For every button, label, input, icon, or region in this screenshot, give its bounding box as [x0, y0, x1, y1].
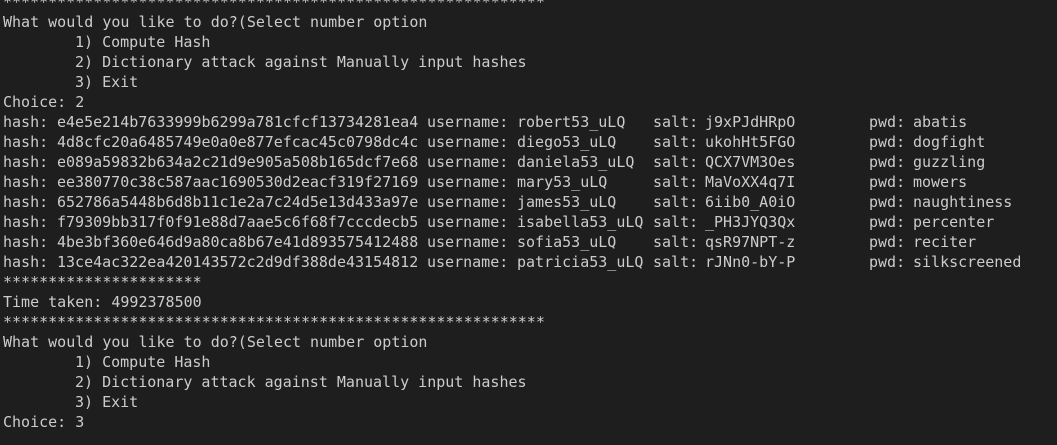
separator-line: ****************************************…	[3, 0, 545, 11]
hash-label: hash:	[3, 193, 49, 211]
pwd-label: pwd:	[869, 213, 906, 231]
username-value: patricia53_uLQ	[517, 253, 644, 271]
hash-label: hash:	[3, 213, 49, 231]
username-value: sofia53_uLQ	[517, 233, 617, 251]
pwd-value: guzzling	[913, 153, 986, 171]
salt-label: salt:	[653, 113, 699, 131]
username-label: username:	[427, 253, 509, 271]
salt-value: _PH3JYQ3Qx	[705, 213, 796, 231]
pwd-label: pwd:	[869, 113, 906, 131]
pwd-label: pwd:	[869, 133, 906, 151]
username-value: daniela53_uLQ	[517, 153, 635, 171]
salt-value: QCX7VM3Oes	[705, 153, 796, 171]
result-row: hash: 4be3bf360e646d9a80ca8b67e41d8935754…	[3, 232, 1057, 252]
hash-value: 13ce4ac322ea420143572c2d9df388de43154812	[57, 253, 419, 271]
username-label: username:	[427, 193, 509, 211]
pwd-label: pwd:	[869, 173, 906, 191]
terminal-output[interactable]: ****************************************…	[0, 0, 1057, 437]
pwd-label: pwd:	[869, 153, 906, 171]
pwd-label: pwd:	[869, 253, 906, 271]
menu-prompt: What would you like to do?(Select number…	[3, 13, 428, 31]
results-list: hash: e4e5e214b7633999b6299a781cfcf137342…	[3, 112, 1057, 272]
salt-value: rJNn0-bY-P	[705, 253, 796, 271]
hash-value: e089a59832b634a2c21d9e905a508b165dcf7e68	[57, 153, 419, 171]
result-row: hash: ee380770c38c587aac1690530d2eacf319f…	[3, 172, 1057, 192]
choice-line: Choice: 2	[3, 93, 85, 111]
salt-value: MaVoXX4q7I	[705, 173, 796, 191]
hash-value: 4d8cfc20a6485749e0a0e877efcac45c0798dc4c	[57, 133, 419, 151]
result-row: hash: f79309bb317f0f91e88d7aae5c6f68f7ccc…	[3, 212, 1057, 232]
pwd-value: dogfight	[913, 133, 986, 151]
hash-value: 4be3bf360e646d9a80ca8b67e41d893575412488	[57, 233, 419, 251]
time-taken: Time taken: 4992378500	[3, 293, 202, 311]
salt-value: j9xPJdHRpO	[705, 113, 796, 131]
salt-label: salt:	[653, 133, 699, 151]
salt-label: salt:	[653, 193, 699, 211]
result-row: hash: e4e5e214b7633999b6299a781cfcf137342…	[3, 112, 1057, 132]
username-label: username:	[427, 213, 509, 231]
salt-label: salt:	[653, 213, 699, 231]
username-value: james53_uLQ	[517, 193, 617, 211]
pwd-label: pwd:	[869, 193, 906, 211]
salt-label: salt:	[653, 173, 699, 191]
salt-label: salt:	[653, 153, 699, 171]
hash-label: hash:	[3, 253, 49, 271]
pwd-value: naughtiness	[913, 193, 1013, 211]
hash-value: f79309bb317f0f91e88d7aae5c6f68f7cccdecb5	[57, 213, 419, 231]
salt-value: 6iib0_A0iO	[705, 193, 796, 211]
menu-option-exit: 3) Exit	[75, 73, 139, 91]
result-row: hash: e089a59832b634a2c21d9e905a508b165dc…	[3, 152, 1057, 172]
separator-line-short: **********************	[3, 273, 202, 291]
username-label: username:	[427, 173, 509, 191]
menu-option-compute-hash: 1) Compute Hash	[75, 33, 211, 51]
pwd-value: percenter	[913, 213, 995, 231]
menu-option-dictionary-attack: 2) Dictionary attack against Manually in…	[75, 373, 527, 391]
hash-label: hash:	[3, 233, 49, 251]
username-label: username:	[427, 153, 509, 171]
salt-label: salt:	[653, 253, 699, 271]
salt-value: qsR97NPT-z	[705, 233, 796, 251]
menu-option-exit: 3) Exit	[75, 393, 139, 411]
pwd-label: pwd:	[869, 233, 906, 251]
pwd-value: reciter	[913, 233, 977, 251]
result-row: hash: 4d8cfc20a6485749e0a0e877efcac45c079…	[3, 132, 1057, 152]
username-value: mary53_uLQ	[517, 173, 608, 191]
separator-line: ****************************************…	[3, 313, 545, 331]
pwd-value: silkscreened	[913, 253, 1022, 271]
result-row: hash: 13ce4ac322ea420143572c2d9df388de431…	[3, 252, 1057, 272]
pwd-value: abatis	[913, 113, 968, 131]
username-label: username:	[427, 113, 509, 131]
menu-prompt: What would you like to do?(Select number…	[3, 333, 428, 351]
hash-value: 652786a5448b6d8b11c1e2a7c24d5e13d433a97e	[57, 193, 419, 211]
username-value: robert53_uLQ	[517, 113, 626, 131]
salt-value: ukohHt5FGO	[705, 133, 796, 151]
username-label: username:	[427, 233, 509, 251]
username-value: diego53_uLQ	[517, 133, 617, 151]
result-row: hash: 652786a5448b6d8b11c1e2a7c24d5e13d43…	[3, 192, 1057, 212]
username-label: username:	[427, 133, 509, 151]
hash-label: hash:	[3, 153, 49, 171]
hash-value: ee380770c38c587aac1690530d2eacf319f27169	[57, 173, 419, 191]
salt-label: salt:	[653, 233, 699, 251]
menu-option-compute-hash: 1) Compute Hash	[75, 353, 211, 371]
hash-label: hash:	[3, 133, 49, 151]
hash-label: hash:	[3, 113, 49, 131]
hash-label: hash:	[3, 173, 49, 191]
pwd-value: mowers	[913, 173, 968, 191]
username-value: isabella53_uLQ	[517, 213, 644, 231]
hash-value: e4e5e214b7633999b6299a781cfcf13734281ea4	[57, 113, 419, 131]
menu-option-dictionary-attack: 2) Dictionary attack against Manually in…	[75, 53, 527, 71]
choice-line: Choice: 3	[3, 413, 85, 431]
